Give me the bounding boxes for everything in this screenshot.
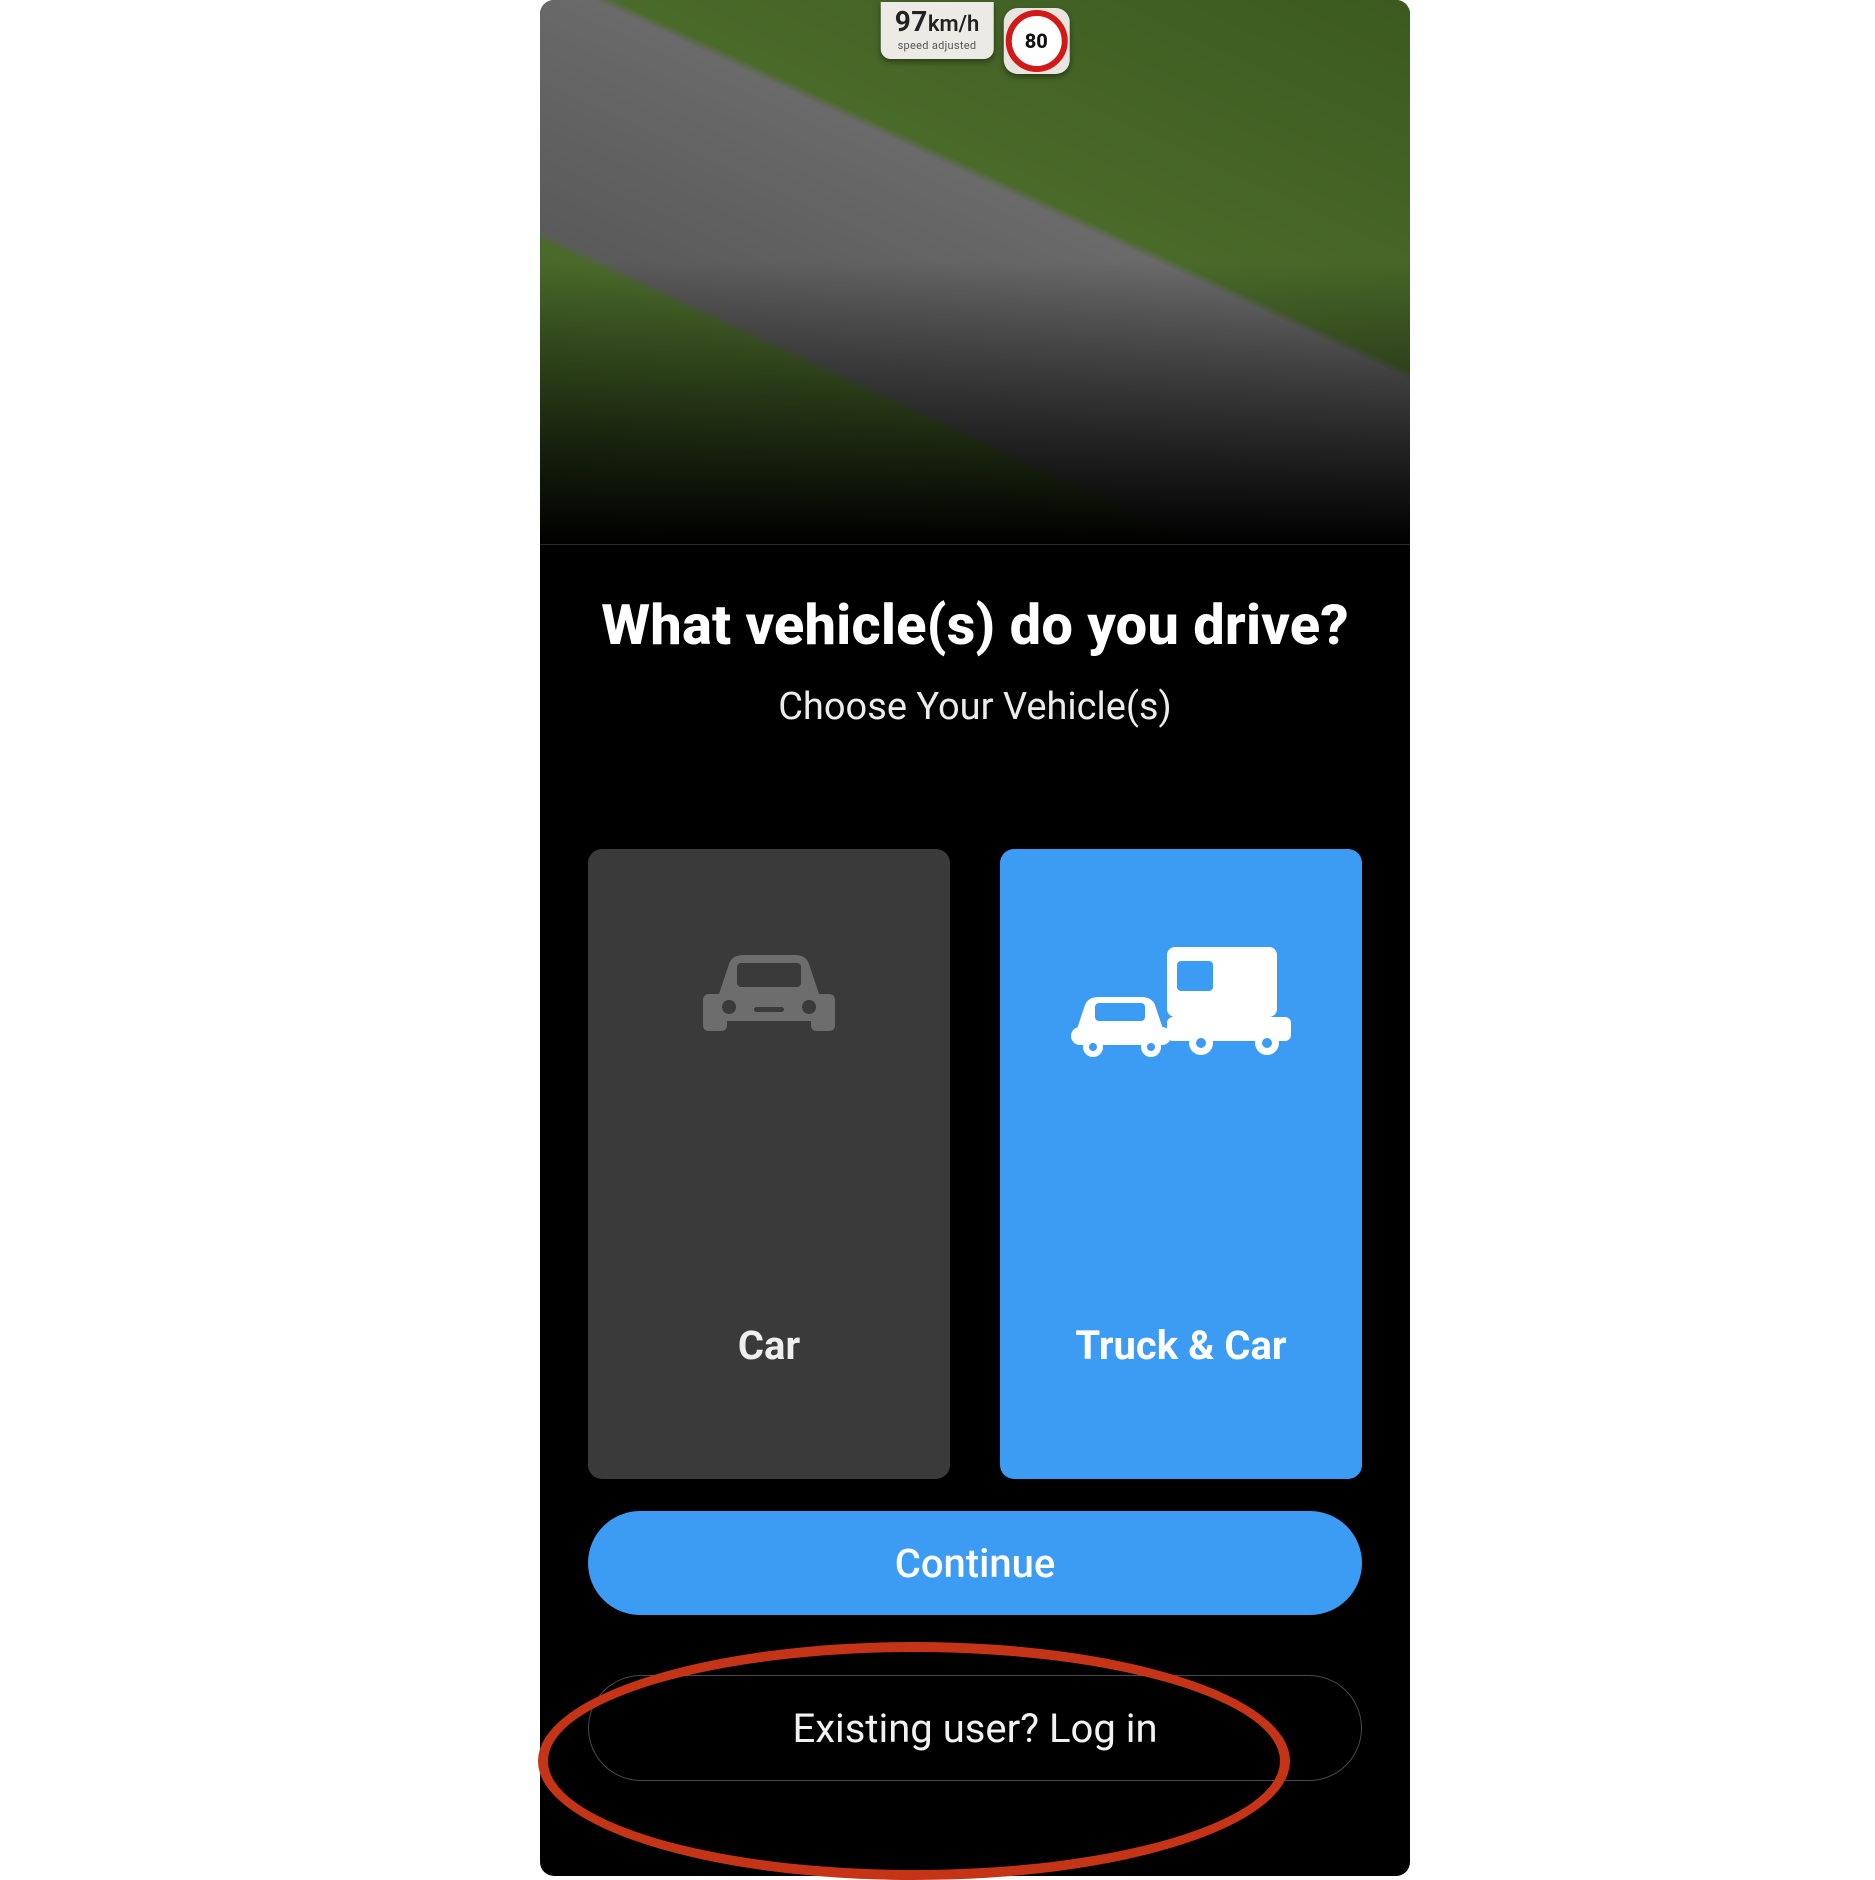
speed-limit-badge: 80 (1003, 8, 1069, 74)
option-truck-label: Truck & Car (1075, 1322, 1286, 1369)
page-title: What vehicle(s) do you drive? (588, 593, 1362, 657)
speed-hud: 97km/h speed adjusted 80 (881, 0, 1070, 74)
speed-caption: speed adjusted (895, 40, 980, 51)
option-truck-and-car[interactable]: Truck & Car (1000, 849, 1362, 1479)
speed-limit-value: 80 (1025, 29, 1048, 53)
speed-limit-sign-icon: 80 (1005, 10, 1067, 72)
hero-image: 97km/h speed adjusted 80 (540, 0, 1410, 545)
continue-button[interactable]: Continue (588, 1511, 1362, 1615)
app-screen: 97km/h speed adjusted 80 What vehicle(s)… (540, 0, 1410, 1876)
login-button-label: Existing user? Log in (792, 1705, 1157, 1752)
page-subtitle: Choose Your Vehicle(s) (588, 685, 1362, 729)
login-button[interactable]: Existing user? Log in (588, 1675, 1362, 1781)
car-icon (588, 939, 950, 1039)
continue-button-label: Continue (895, 1540, 1056, 1587)
current-speed-badge: 97km/h speed adjusted (881, 2, 994, 59)
speed-unit: km/h (928, 12, 979, 37)
speed-value: 97 (895, 5, 928, 38)
vehicle-options: Car (588, 849, 1362, 1479)
truck-and-car-icon (1000, 939, 1362, 1059)
option-car-label: Car (738, 1322, 800, 1369)
option-car[interactable]: Car (588, 849, 950, 1479)
